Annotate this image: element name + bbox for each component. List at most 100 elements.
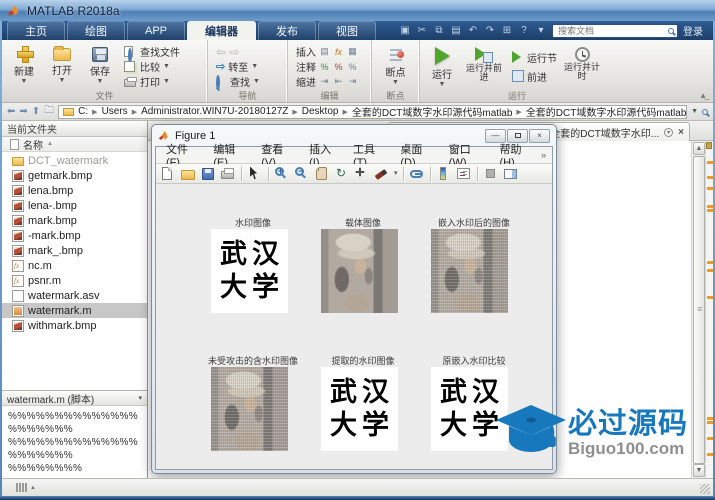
ribbon-tab-编辑器[interactable]: 编辑器 (187, 21, 256, 40)
ribbon-tab-主页[interactable]: 主页 (7, 21, 65, 40)
ribbon-tab-绘图[interactable]: 绘图 (67, 21, 125, 40)
brush-icon[interactable] (374, 166, 390, 182)
save-icon[interactable]: ▣ (399, 25, 411, 36)
search-icon[interactable] (668, 28, 674, 34)
edit-plot-cursor-icon[interactable] (247, 166, 263, 182)
insert-button[interactable]: 插入 ▤ fx ▦ (296, 45, 365, 58)
open-button[interactable]: 打开▼ (44, 43, 80, 90)
doc-search-box[interactable] (552, 24, 678, 38)
help-icon[interactable]: ? (518, 25, 530, 36)
details-collapse-icon[interactable]: ▾ (138, 396, 142, 401)
path-dropdown-icon[interactable]: ▼ (691, 109, 698, 114)
path-segment[interactable]: C: (78, 106, 88, 117)
goto-button[interactable]: ⇨ 转至▼ (216, 60, 281, 73)
zoom-out-icon[interactable] (294, 166, 310, 182)
find-files-button[interactable]: 查找文件 (124, 45, 180, 58)
hide-plot-tools-icon[interactable] (483, 166, 499, 182)
path-segment[interactable]: Users (102, 106, 128, 117)
file-row[interactable]: -mark.bmp (2, 228, 147, 243)
dropdown-icon[interactable]: ▾ (535, 25, 547, 36)
zoom-in-icon[interactable] (274, 166, 290, 182)
address-search-icon[interactable] (702, 109, 708, 115)
file-row[interactable]: mark_.bmp (2, 243, 147, 258)
file-row[interactable]: withmark.bmp (2, 318, 147, 333)
file-row[interactable]: lena-.bmp (2, 198, 147, 213)
breakpoints-button[interactable]: 断点▼ (376, 43, 415, 90)
advance-button[interactable]: 前进 (512, 69, 557, 84)
open-file-icon[interactable] (180, 166, 196, 182)
brush-dropdown-icon[interactable]: ▾ (394, 171, 398, 176)
link-plot-icon[interactable] (409, 166, 425, 182)
path-segment[interactable]: Desktop (302, 106, 339, 117)
annotation-tick[interactable] (707, 187, 713, 190)
new-button[interactable]: 新建▼ (6, 43, 42, 90)
file-row[interactable]: psnr.m (2, 273, 147, 288)
annotation-tick[interactable] (707, 205, 713, 208)
compare-button[interactable]: 比较▼ (124, 60, 180, 73)
window-icon[interactable]: ⊞ (501, 25, 513, 36)
menu-overflow-icon[interactable]: » (541, 150, 549, 160)
path-segment[interactable]: 全套的DCT域数字水印源代码matlab (352, 105, 513, 119)
current-folder-header[interactable]: 当前文件夹 (2, 121, 147, 137)
doc-search-input[interactable] (556, 25, 665, 37)
statusbar-grip-icon[interactable]: ▲ (16, 483, 36, 492)
show-plot-tools-icon[interactable] (503, 166, 519, 182)
new-figure-icon[interactable] (160, 166, 176, 182)
find-button[interactable]: 查找▼ (216, 75, 281, 88)
scroll-up-icon[interactable]: ▲ (693, 142, 705, 155)
path-segment[interactable]: 全套的DCT域数字水印源代码matlab (526, 105, 687, 119)
sign-in-link[interactable]: 登录 (683, 23, 707, 38)
insert-colorbar-icon[interactable] (436, 166, 452, 182)
back-icon[interactable]: ⬅ (7, 106, 15, 117)
run-time-button[interactable]: 运行并计时 (561, 43, 603, 90)
run-section-button[interactable]: 运行节 (512, 50, 557, 65)
file-row[interactable]: nc.m (2, 258, 147, 273)
copy-icon[interactable]: ⧉ (433, 25, 445, 36)
pan-icon[interactable] (314, 166, 330, 182)
cut-icon[interactable]: ✂ (416, 25, 428, 36)
forward-icon[interactable]: ➡ (19, 106, 27, 117)
tab-menu-icon[interactable]: ▾ (664, 128, 673, 137)
annotation-tick[interactable] (707, 261, 713, 264)
message-indicator-icon[interactable] (706, 142, 712, 149)
browse-folder-icon[interactable]: 🗀 (44, 103, 54, 120)
file-row[interactable]: lena.bmp (2, 183, 147, 198)
save-button[interactable]: 保存▼ (82, 43, 118, 90)
file-row[interactable]: watermark.m (2, 303, 147, 318)
print-figure-icon[interactable] (220, 166, 236, 182)
path-segment[interactable]: Administrator.WIN7U-20180127Z (141, 106, 288, 117)
annotation-tick[interactable] (707, 296, 713, 299)
ribbon-tab-视图[interactable]: 视图 (318, 21, 376, 40)
window-titlebar[interactable]: MATLAB R2018a (0, 0, 715, 21)
save-figure-icon[interactable] (200, 166, 216, 182)
annotation-tick[interactable] (707, 209, 713, 212)
file-row[interactable]: watermark.asv (2, 288, 147, 303)
annotation-tick[interactable] (707, 161, 713, 164)
file-row[interactable]: getmark.bmp (2, 168, 147, 183)
ribbon-tab-APP[interactable]: APP (127, 21, 185, 40)
nav-arrows[interactable]: ⇦ ⇨ (216, 45, 281, 58)
paste-icon[interactable]: ▤ (450, 25, 462, 36)
redo-icon[interactable]: ↷ (484, 25, 496, 36)
rotate-3d-icon[interactable]: ↻ (334, 166, 350, 182)
data-cursor-icon[interactable]: ✛ (354, 166, 370, 182)
undo-icon[interactable]: ↶ (467, 25, 479, 36)
resize-grip-icon[interactable] (700, 484, 710, 494)
name-column-header[interactable]: 名称 ▲ (2, 137, 147, 152)
print-button[interactable]: 打印▼ (124, 75, 180, 88)
file-details-header[interactable]: watermark.m (脚本) ▾ (2, 390, 147, 406)
annotation-tick[interactable] (707, 269, 713, 272)
breadcrumb[interactable]: C:▶Users▶Administrator.WIN7U-20180127Z▶D… (58, 105, 687, 119)
ribbon-tab-发布[interactable]: 发布 (258, 21, 316, 40)
collapse-ribbon-icon[interactable]: ▲̲ (699, 91, 707, 100)
insert-legend-icon[interactable] (456, 166, 472, 182)
run-button[interactable]: 运行▼ (424, 43, 460, 90)
file-row[interactable]: mark.bmp (2, 213, 147, 228)
up-folder-icon[interactable]: ⬆ (32, 106, 40, 117)
annotation-tick[interactable] (707, 176, 713, 179)
run-advance-button[interactable]: 运行并前进 (462, 43, 506, 90)
indent-button[interactable]: 缩进 ⇥ ⇤ ⇥ (296, 75, 365, 88)
file-row[interactable]: DCT_watermark (2, 153, 147, 168)
comment-button[interactable]: 注释 % % % (296, 60, 365, 73)
tab-close-icon[interactable]: × (678, 128, 684, 137)
